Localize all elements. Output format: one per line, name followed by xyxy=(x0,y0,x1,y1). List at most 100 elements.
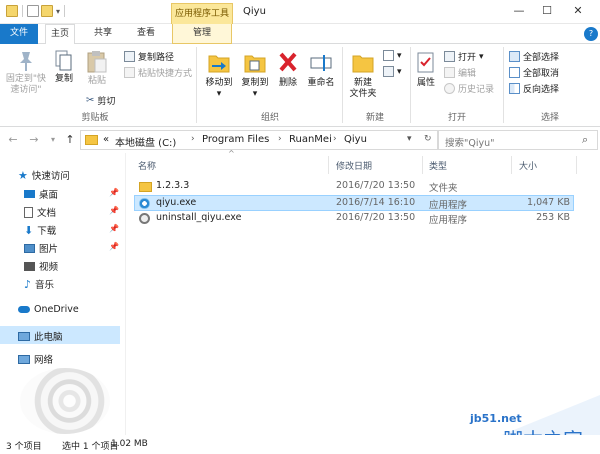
nav-onedrive[interactable]: OneDrive xyxy=(18,304,79,315)
nav-label: 网络 xyxy=(34,355,54,366)
breadcrumb-qiyu[interactable]: Qiyu xyxy=(344,134,367,145)
up-arrow-icon[interactable]: ↑ xyxy=(63,133,77,146)
paste-shortcut-button[interactable]: 粘贴快捷方式 xyxy=(124,66,192,79)
pin-icon[interactable]: 📌 xyxy=(109,242,119,251)
new-item-button[interactable]: ▾ xyxy=(383,50,402,61)
nav-this-pc[interactable]: 此电脑 xyxy=(18,329,63,343)
table-row[interactable]: uninstall_qiyu.exe 2016/7/20 13:50 应用程序 … xyxy=(134,211,574,227)
nav-pictures[interactable]: 图片 xyxy=(24,241,58,255)
group-label-select: 选择 xyxy=(540,113,559,123)
address-field[interactable]: « 本地磁盘 (C:) › Program Files › RuanMei › … xyxy=(80,130,438,150)
column-header-size[interactable]: 大小 xyxy=(519,159,537,172)
rename-button[interactable]: 重命名 xyxy=(304,50,338,89)
tab-home[interactable]: 主页 xyxy=(45,24,75,45)
chevron-right-icon[interactable]: › xyxy=(333,134,337,144)
column-divider[interactable] xyxy=(422,156,423,174)
copy-button[interactable]: 复制 xyxy=(52,50,76,85)
nav-label: 快速访问 xyxy=(31,171,70,182)
paste-label: 粘贴 xyxy=(87,76,106,86)
column-divider[interactable] xyxy=(328,156,329,174)
videos-icon xyxy=(24,261,35,271)
breadcrumb-program-files[interactable]: Program Files xyxy=(202,134,269,145)
column-divider[interactable] xyxy=(511,156,512,174)
nav-documents[interactable]: 文档 xyxy=(24,205,56,219)
chevron-down-icon[interactable]: ▾ xyxy=(56,7,60,16)
copy-to-button[interactable]: 复制到 ▾ xyxy=(238,50,272,100)
status-bar: 3 个项目 选中 1 个项目 1.02 MB xyxy=(0,435,600,454)
group-label-open: 打开 xyxy=(447,113,466,123)
edit-button[interactable]: 编辑 xyxy=(444,66,476,79)
tab-manage[interactable]: 管理 xyxy=(172,24,232,44)
maximize-button[interactable]: ☐ xyxy=(533,0,561,24)
breadcrumb-overflow[interactable]: « xyxy=(103,134,109,145)
status-item-count: 3 个项目 xyxy=(6,442,42,452)
folder-icon xyxy=(85,135,98,145)
delete-button[interactable]: 删除 xyxy=(276,50,300,89)
properties-quick-icon[interactable] xyxy=(27,5,39,17)
copy-label: 复制 xyxy=(54,74,73,84)
pin-to-quick-access-button[interactable]: 固定到"快 速访问" xyxy=(4,50,48,96)
pin-icon[interactable]: 📌 xyxy=(109,188,119,197)
cut-button[interactable]: ✂ 剪切 xyxy=(86,94,115,107)
properties-button[interactable]: 属性 xyxy=(414,50,438,89)
recent-locations-chevron-icon[interactable]: ▾ xyxy=(46,135,60,144)
column-divider[interactable] xyxy=(576,156,577,174)
open-label: 打开 xyxy=(458,53,477,63)
context-tab-app-tools: 应用程序工具 xyxy=(171,3,233,24)
new-folder-label: 新建 文件夹 xyxy=(349,78,377,99)
tab-view[interactable]: 查看 xyxy=(131,24,161,44)
close-button[interactable]: ✕ xyxy=(564,0,592,24)
nav-label: 图片 xyxy=(39,244,59,255)
search-input[interactable]: 搜索"Qiyu" ⌕ xyxy=(438,130,598,150)
nav-network[interactable]: 网络 xyxy=(18,352,53,366)
nav-label: 此电脑 xyxy=(34,332,63,343)
file-name: qiyu.exe xyxy=(156,197,197,208)
file-modified: 2016/7/20 13:50 xyxy=(336,180,416,191)
nav-downloads[interactable]: ⬇ 下载 xyxy=(24,223,56,238)
chevron-right-icon[interactable]: › xyxy=(191,134,195,144)
pin-icon[interactable]: 📌 xyxy=(109,206,119,215)
history-button[interactable]: 历史记录 xyxy=(444,82,494,95)
copy-to-icon xyxy=(244,55,266,73)
help-icon[interactable]: ? xyxy=(584,27,598,41)
column-header-name[interactable]: 名称 xyxy=(138,159,156,172)
move-to-button[interactable]: 移动到 ▾ xyxy=(202,50,236,100)
tab-file[interactable]: 文件 xyxy=(0,24,38,44)
breadcrumb-ruanmei[interactable]: RuanMei xyxy=(289,134,332,145)
copy-path-button[interactable]: 复制路径 xyxy=(124,50,174,63)
nav-label: 桌面 xyxy=(39,190,59,201)
select-all-label: 全部选择 xyxy=(523,53,560,63)
search-icon[interactable]: ⌕ xyxy=(582,133,588,147)
forward-arrow-icon[interactable]: → xyxy=(27,133,41,146)
chevron-right-icon[interactable]: › xyxy=(278,134,282,144)
tab-share[interactable]: 共享 xyxy=(88,24,118,44)
nav-desktop[interactable]: 桌面 xyxy=(24,187,58,201)
column-header-modified[interactable]: 修改日期 xyxy=(336,159,372,172)
refresh-icon[interactable]: ↻ xyxy=(424,134,432,144)
table-row[interactable]: qiyu.exe 2016/7/14 16:10 应用程序 1,047 KB xyxy=(134,195,574,211)
nav-label: OneDrive xyxy=(34,304,79,315)
select-all-button[interactable]: 全部选择 xyxy=(509,50,559,63)
minimize-button[interactable]: — xyxy=(505,0,533,24)
copy-to-label: 复制到 xyxy=(241,78,269,88)
nav-quick-access[interactable]: ★ 快速访问 xyxy=(18,168,70,183)
select-none-button[interactable]: 全部取消 xyxy=(509,66,559,79)
new-folder-quick-icon[interactable] xyxy=(41,5,53,17)
pin-icon[interactable]: 📌 xyxy=(109,224,119,233)
table-row[interactable]: 1.2.3.3 2016/7/20 13:50 文件夹 xyxy=(134,179,574,195)
easy-access-button[interactable]: ▾ xyxy=(383,66,402,77)
scissors-icon: ✂ xyxy=(86,95,95,106)
nav-label: 视频 xyxy=(39,262,59,273)
breadcrumb-local-disk[interactable]: 本地磁盘 (C:) xyxy=(115,134,176,149)
chevron-down-icon[interactable]: ▾ xyxy=(407,134,412,144)
invert-selection-button[interactable]: 反向选择 xyxy=(509,82,559,95)
nav-videos[interactable]: 视频 xyxy=(24,259,58,273)
background-swirl-decoration xyxy=(20,368,110,434)
paste-shortcut-label: 粘贴快捷方式 xyxy=(138,69,193,79)
new-folder-button[interactable]: 新建 文件夹 xyxy=(346,50,380,100)
column-header-type[interactable]: 类型 xyxy=(429,159,447,172)
nav-music[interactable]: ♪ 音乐 xyxy=(24,277,54,292)
back-arrow-icon[interactable]: ← xyxy=(6,133,20,146)
paste-button[interactable]: 粘贴 xyxy=(82,50,112,87)
open-button[interactable]: 打开 ▾ xyxy=(444,50,484,63)
